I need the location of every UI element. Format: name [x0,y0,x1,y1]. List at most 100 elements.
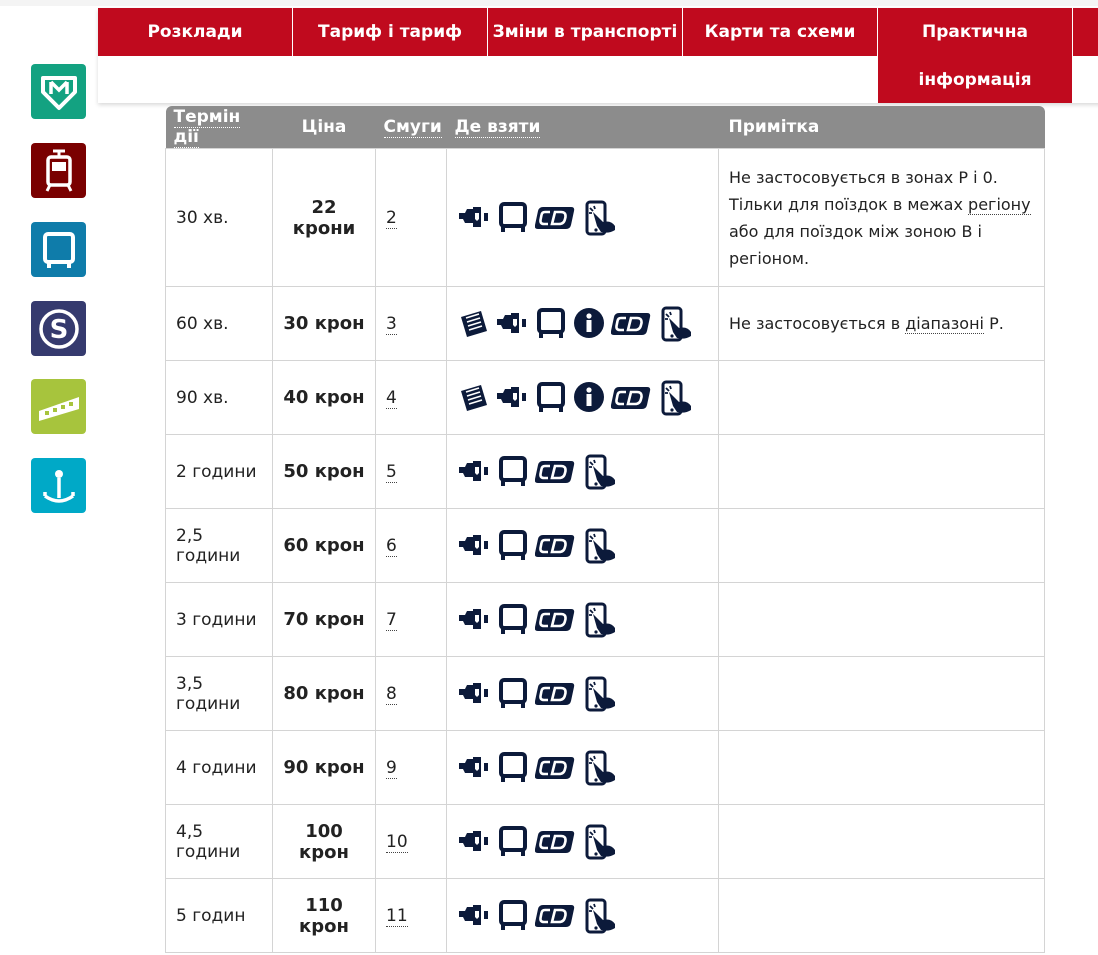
cell-validity: 3 години [165,582,273,657]
mobile-app-icon [585,602,617,637]
bus-stop-sale-icon [499,603,527,636]
nav-more[interactable] [1073,8,1098,56]
cd-rail-icon [535,829,575,854]
cell-where [446,434,719,509]
note-text: Не застосовується в зонах Р і 0. Тільки … [729,167,998,214]
cell-price: 22 крони [272,148,376,287]
table-row: 3 години 70 крон 7 [165,582,1045,657]
cell-where [446,582,719,657]
metro-icon[interactable] [31,64,86,119]
nav-fares[interactable]: Тариф і тариф [293,8,488,56]
funicular-icon[interactable] [31,379,86,434]
nav-maps[interactable]: Карти та схеми [683,8,878,56]
ticket-machine-icon [497,386,526,407]
table-row: 60 хв. 30 крон 3 Не застосовується в діапаз… [165,286,1045,361]
table-row: 4,5 години 100 крон 10 [165,804,1045,879]
cd-rail-icon [535,205,575,230]
nav-transport-changes[interactable]: Зміни в транспорті [488,8,683,56]
cell-price: 90 крон [272,730,376,805]
cell-where [446,360,719,435]
cell-where [446,148,719,287]
ticket-machine-icon [459,830,488,851]
cell-rides: 6 [375,508,447,583]
cell-note: Не застосовується в діапазоні Р. [718,286,1045,361]
cell-note [718,582,1045,657]
nav-practical-line1: Практична [921,21,1029,42]
rides-count[interactable]: 9 [386,757,397,779]
ferry-icon[interactable] [31,458,86,513]
ticket-machine-icon [459,206,488,227]
cell-validity: 5 годин [165,878,273,953]
note-link[interactable]: регіону [968,194,1031,215]
cell-rides: 8 [375,656,447,731]
cell-note [718,878,1045,953]
svg-text:S: S [49,315,68,345]
rides-count[interactable]: 5 [386,461,397,483]
cell-where [446,878,719,953]
train-icon[interactable]: S [31,301,86,356]
info-center-icon [574,307,604,338]
rides-count[interactable]: 7 [386,609,397,631]
cell-validity: 4 години [165,730,273,805]
ticket-machine-icon [459,608,488,629]
rides-count[interactable]: 4 [386,387,397,409]
bus-stop-sale-icon [499,455,527,488]
rides-count[interactable]: 10 [386,831,408,853]
table-row: 5 годин 110 крон 11 [165,878,1045,953]
top-strip [0,0,1098,6]
header-note: Примітка [718,106,1045,149]
nav-practical-info[interactable]: Практична інформація [878,8,1073,103]
cd-rail-icon [535,681,575,706]
cell-rides: 11 [375,878,447,953]
cell-price: 30 крон [272,286,376,361]
bus-stop-sale-icon [499,825,527,858]
cell-note [718,656,1045,731]
bus-stop-sale-icon [499,529,527,562]
rides-count[interactable]: 3 [386,313,397,335]
mobile-app-icon [585,750,617,785]
nav-schedules[interactable]: Розклади [98,8,293,56]
cell-rides: 5 [375,434,447,509]
table-row: 4 години 90 крон 9 [165,730,1045,805]
ticket-machine-icon [459,756,488,777]
cell-where [446,804,719,879]
cell-note [718,508,1045,583]
cell-price: 40 крон [272,360,376,435]
mobile-app-icon [585,676,617,711]
rides-count[interactable]: 8 [386,683,397,705]
bus-stop-sale-icon [499,201,527,234]
main-nav: Розклади Тариф і тариф Зміни в транспорт… [98,8,1098,103]
cell-note: Не застосовується в зонах Р і 0. Тільки … [718,148,1045,287]
note-text-end: Р. [984,314,1004,333]
table-row: 2 години 50 крон 5 [165,434,1045,509]
cell-rides: 7 [375,582,447,657]
cell-price: 50 крон [272,434,376,509]
nav-practical-line2: інформація [918,69,1032,90]
rides-count[interactable]: 2 [386,207,397,229]
bus-icon[interactable] [31,222,86,277]
bus-stop-sale-icon [499,751,527,784]
info-center-icon [574,381,604,412]
ticket-machine-icon [497,312,526,333]
cd-rail-icon [535,533,575,558]
cell-note [718,434,1045,509]
cell-rides: 3 [375,286,447,361]
mobile-app-icon [661,380,693,415]
rides-count[interactable]: 6 [386,535,397,557]
mobile-app-icon [585,454,617,489]
cd-rail-icon [611,385,651,410]
header-rides: Смуги [375,106,447,149]
cell-price: 70 крон [272,582,376,657]
table-row: 30 хв. 22 крони 2 Не застосовується в зонах… [165,148,1045,287]
mobile-app-icon [585,898,617,933]
rides-count[interactable]: 11 [386,905,408,927]
note-link[interactable]: діапазоні [905,314,984,334]
bus-stop-sale-icon [537,307,565,340]
fare-table: Термін дії Ціна Смуги Де взяти Примітка … [165,106,1045,953]
cell-rides: 2 [375,148,447,287]
cell-validity: 3,5 години [165,656,273,731]
cd-rail-icon [611,311,651,336]
cell-where [446,656,719,731]
header-where: Де взяти [446,106,719,149]
tram-icon[interactable] [31,143,86,198]
